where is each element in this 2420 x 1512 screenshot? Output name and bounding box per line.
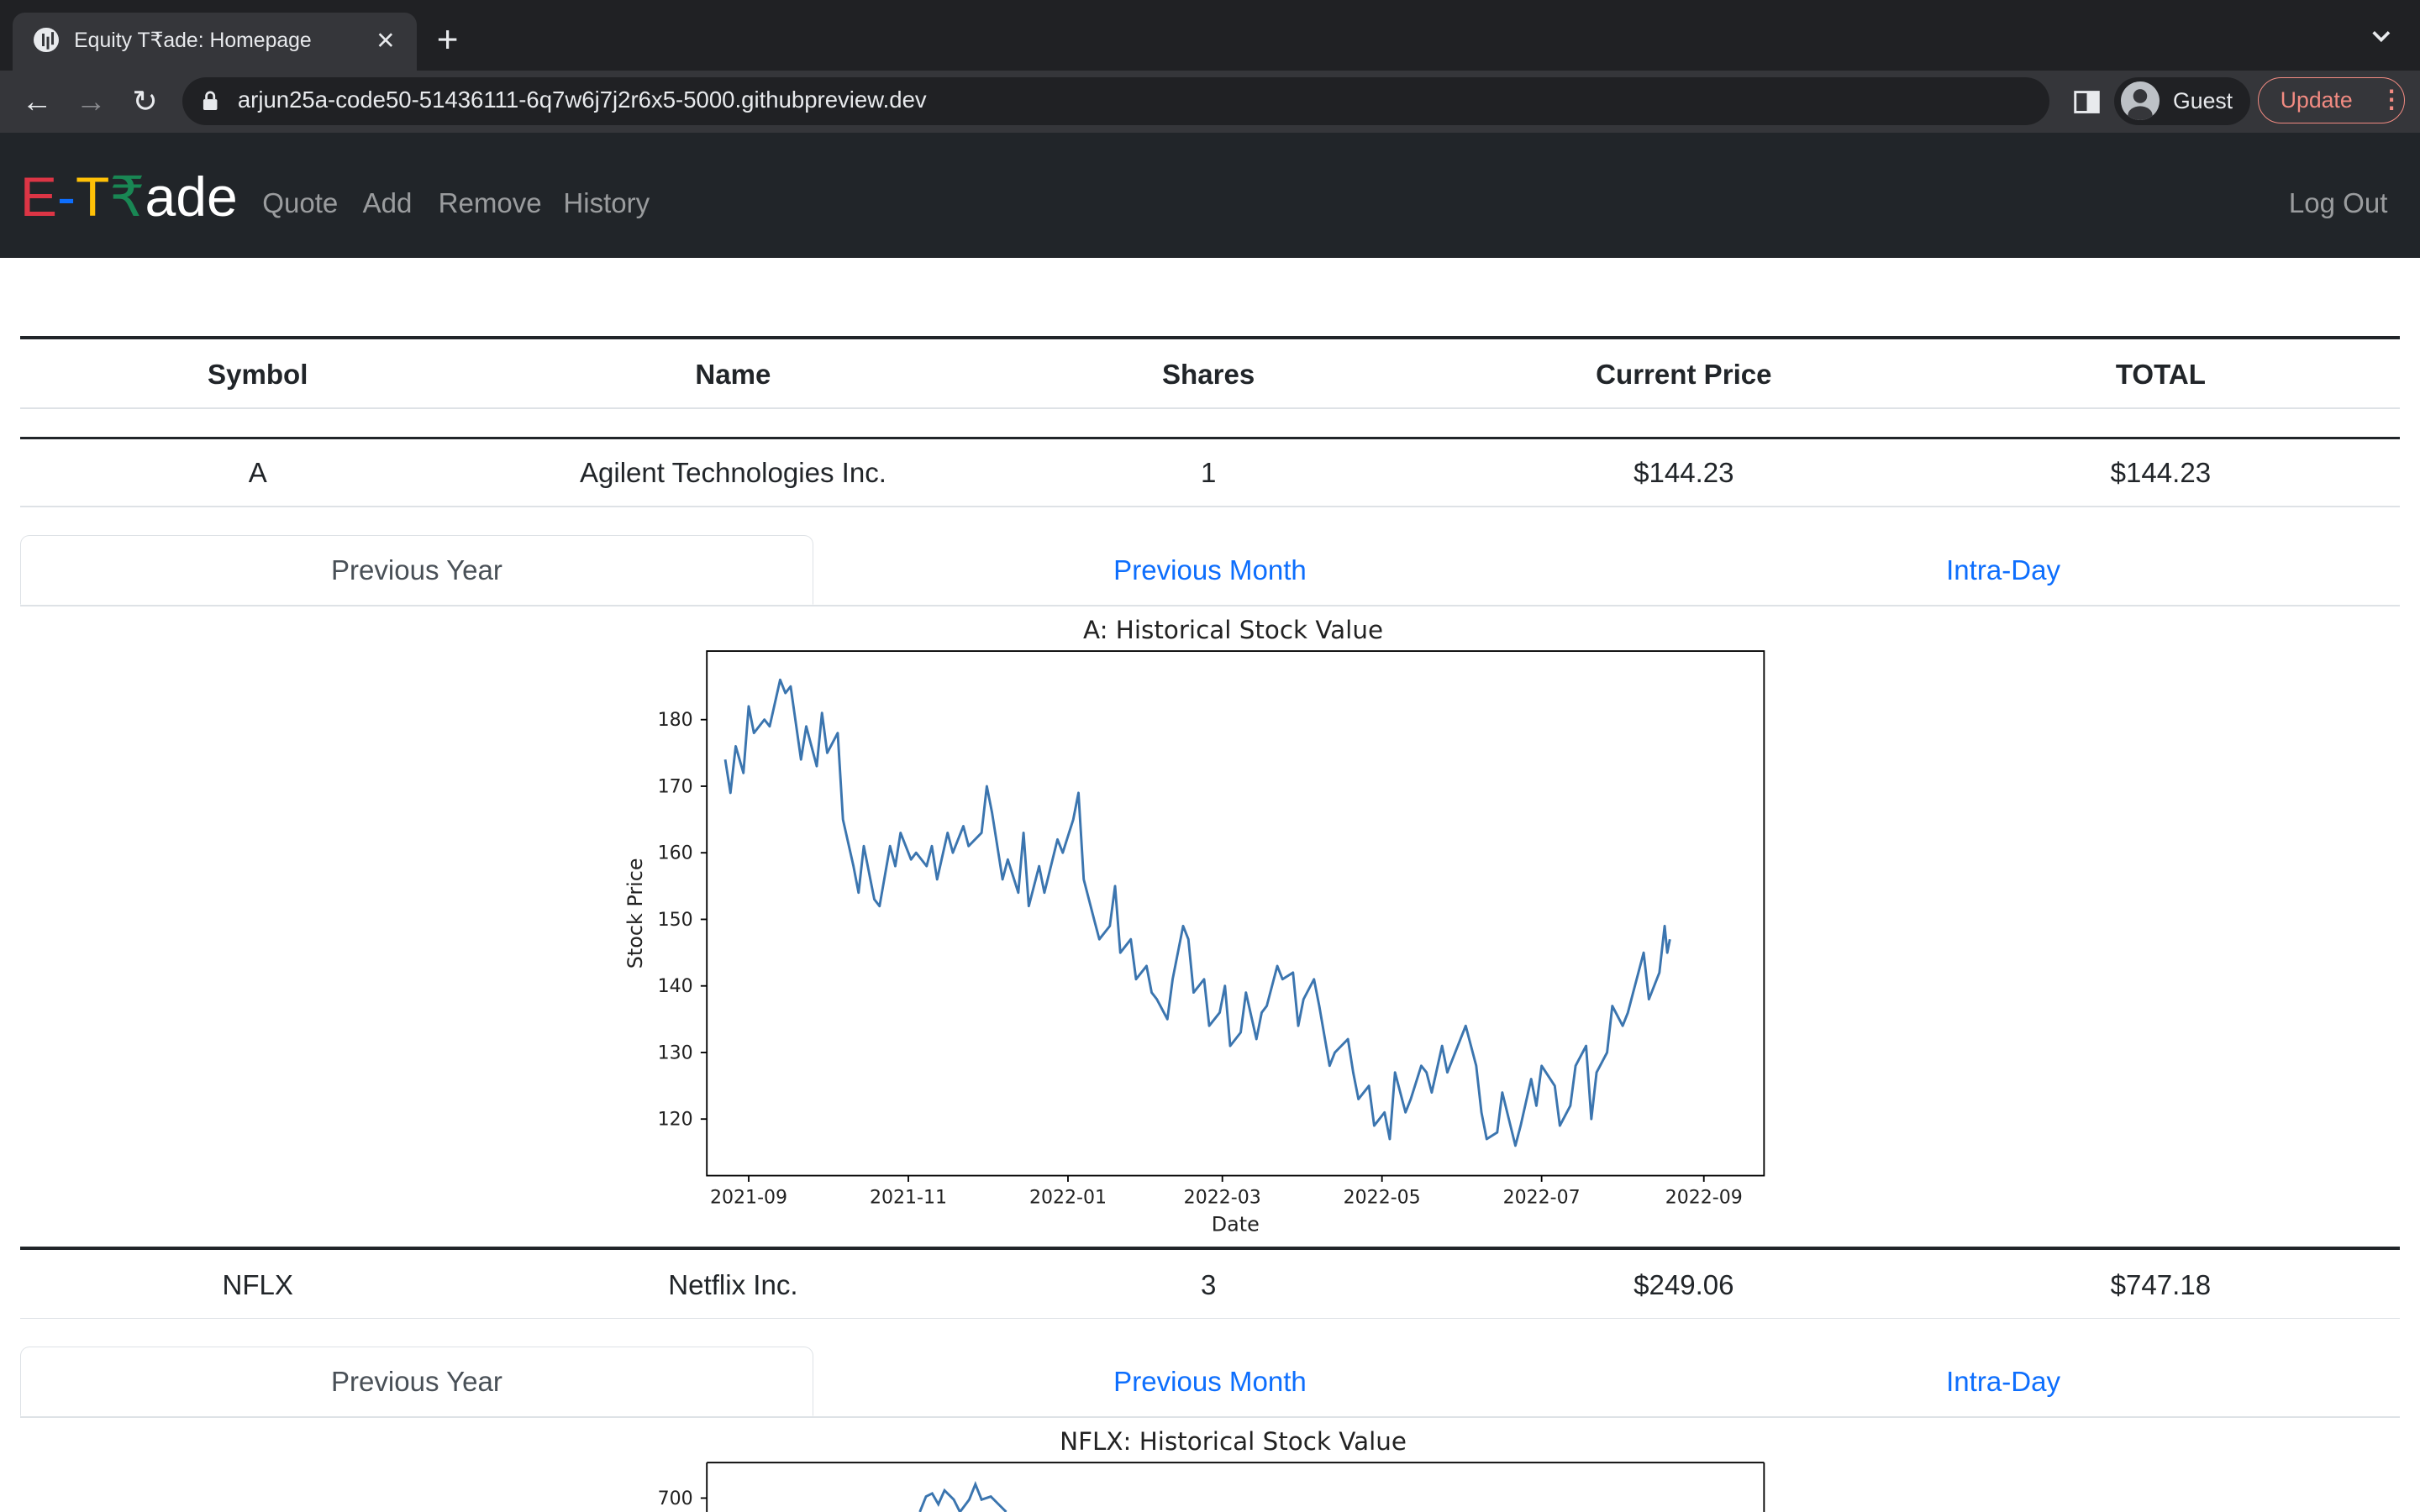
chart-nflx-price-line bbox=[918, 1480, 1007, 1512]
y-tick-label: 700 bbox=[658, 1488, 693, 1509]
chart-nflx-plot: 700 bbox=[658, 1462, 1765, 1512]
